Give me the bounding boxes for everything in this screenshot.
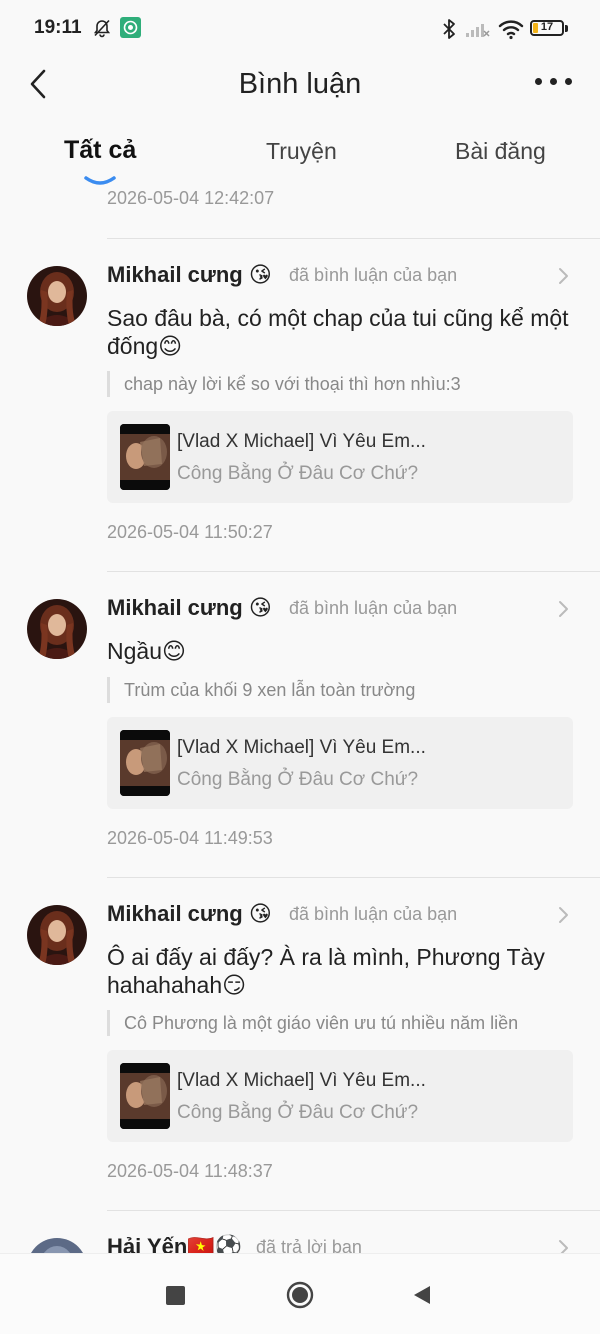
- story-subtitle: Công Bằng Ở Đâu Cơ Chứ?: [177, 463, 419, 484]
- notification-feed[interactable]: 2026-05-04 12:42:07 Mikhail cưng 😘 đã bì…: [0, 186, 600, 1253]
- chevron-right-icon[interactable]: [557, 905, 571, 925]
- username[interactable]: Mikhail cưng 😘: [107, 901, 272, 927]
- quoted-comment: chap này lời kể so với thoại thì hơn nhì…: [107, 371, 461, 397]
- story-title: [Vlad X Michael] Vì Yêu Em...: [177, 431, 426, 452]
- comment-text: Ô ai đấy ai đấy? À ra là mình, Phương Tà…: [107, 944, 545, 998]
- tab-posts[interactable]: Bài đăng: [455, 138, 546, 165]
- avatar[interactable]: [27, 905, 87, 965]
- story-card[interactable]: [Vlad X Michael] Vì Yêu Em... Công Bằng …: [107, 1050, 573, 1142]
- battery-percent: 17: [540, 21, 554, 33]
- recent-apps-icon[interactable]: [166, 1286, 185, 1305]
- chevron-right-icon[interactable]: [557, 599, 571, 619]
- status-time: 19:11: [34, 17, 82, 38]
- username[interactable]: Mikhail cưng 😘: [107, 595, 272, 621]
- bluetooth-icon: [443, 19, 455, 39]
- wifi-icon: [498, 20, 524, 40]
- story-thumbnail: [120, 730, 170, 796]
- battery-tip: [565, 25, 568, 32]
- quoted-comment: Cô Phương là một giáo viên ưu tú nhiều n…: [107, 1010, 518, 1036]
- comment-text: Ngầu😊: [107, 638, 186, 664]
- timestamp: 2026-05-04 11:48:37: [107, 1161, 273, 1181]
- story-card[interactable]: [Vlad X Michael] Vì Yêu Em... Công Bằng …: [107, 411, 573, 503]
- action-text: đã bình luận của bạn: [289, 904, 458, 924]
- bell-off-icon: [93, 19, 111, 38]
- chevron-right-icon[interactable]: [557, 266, 571, 286]
- action-text: đã bình luận của bạn: [289, 598, 458, 618]
- username[interactable]: Hải Yến🇻🇳⚽: [107, 1234, 242, 1253]
- status-bar: 19:11 17: [0, 0, 600, 58]
- signal-icon: [466, 24, 490, 37]
- more-horizontal-icon: [535, 78, 542, 85]
- timestamp: 2026-05-04 11:50:27: [107, 522, 273, 542]
- app-notification-icon: [120, 17, 141, 38]
- header: Bình luận: [0, 58, 600, 118]
- home-icon[interactable]: [286, 1281, 314, 1309]
- username[interactable]: Mikhail cưng 😘: [107, 262, 272, 288]
- comment-text: Sao đâu bà, có một chap của tui cũng kể …: [107, 305, 569, 359]
- system-nav-bar: [0, 1253, 600, 1334]
- list-item[interactable]: Mikhail cưng 😘 đã bình luận của bạn Sao …: [0, 239, 600, 572]
- quoted-comment: Trùm của khối 9 xen lẫn toàn trường: [107, 677, 415, 703]
- more-button[interactable]: [532, 66, 576, 96]
- avatar[interactable]: [27, 266, 87, 326]
- story-thumbnail: [120, 424, 170, 490]
- avatar[interactable]: [27, 599, 87, 659]
- more-dot: [565, 78, 572, 85]
- action-text: đã bình luận của bạn: [289, 265, 458, 285]
- story-thumbnail: [120, 1063, 170, 1129]
- story-title: [Vlad X Michael] Vì Yêu Em...: [177, 737, 426, 758]
- back-icon[interactable]: [412, 1284, 432, 1306]
- action-text: đã trả lời bạn: [256, 1237, 362, 1253]
- tab-all[interactable]: Tất cả: [64, 136, 136, 165]
- list-item[interactable]: Mikhail cưng 😘 đã bình luận của bạn Ngầu…: [0, 572, 600, 878]
- tab-bar: Tất cả Truyện Bài đăng: [0, 130, 600, 186]
- avatar[interactable]: [27, 1238, 87, 1253]
- more-dot: [550, 78, 557, 85]
- chevron-right-icon[interactable]: [557, 1238, 571, 1253]
- story-title: [Vlad X Michael] Vì Yêu Em...: [177, 1070, 426, 1091]
- battery-icon: 17: [530, 20, 564, 36]
- list-item[interactable]: Mikhail cưng 😘 đã bình luận của bạn Ô ai…: [0, 878, 600, 1211]
- timestamp: 2026-05-04 11:49:53: [107, 828, 273, 848]
- story-subtitle: Công Bằng Ở Đâu Cơ Chứ?: [177, 769, 419, 790]
- timestamp: 2026-05-04 12:42:07: [107, 188, 275, 208]
- page-title: Bình luận: [238, 68, 362, 100]
- story-subtitle: Công Bằng Ở Đâu Cơ Chứ?: [177, 1102, 419, 1123]
- story-card[interactable]: [Vlad X Michael] Vì Yêu Em... Công Bằng …: [107, 717, 573, 809]
- list-item[interactable]: Hải Yến🇻🇳⚽ đã trả lời bạn: [0, 1211, 600, 1253]
- tab-stories[interactable]: Truyện: [266, 138, 337, 165]
